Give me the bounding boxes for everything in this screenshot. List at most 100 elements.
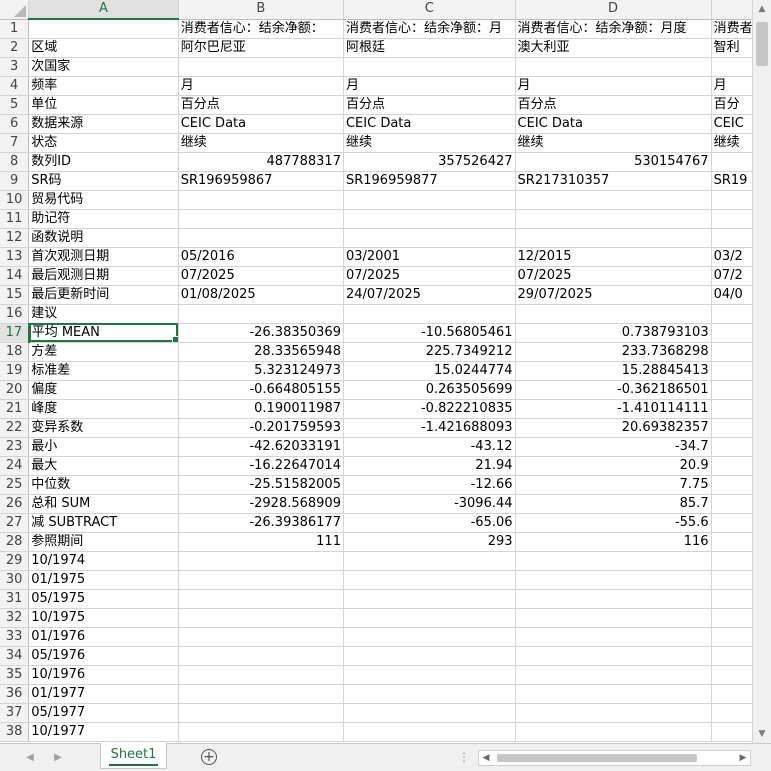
cell-A15[interactable]: 最后更新时间 xyxy=(28,285,179,305)
cell-B17[interactable]: -26.38350369 xyxy=(178,323,344,343)
cell-C11[interactable] xyxy=(343,209,516,229)
cell-D11[interactable] xyxy=(515,209,712,229)
cell-C22[interactable]: -1.421688093 xyxy=(343,418,516,438)
row-header-2[interactable]: 2 xyxy=(0,38,30,58)
cell-D34[interactable] xyxy=(515,646,712,666)
cell-B15[interactable]: 01/08/2025 xyxy=(178,285,344,305)
cell-B12[interactable] xyxy=(178,228,344,248)
cell-B27[interactable]: -26.39386177 xyxy=(178,513,344,533)
cell-B29[interactable] xyxy=(178,551,344,571)
cell-D31[interactable] xyxy=(515,589,712,609)
vertical-scrollbar[interactable]: ▲ ▼ xyxy=(752,0,771,743)
row-header-18[interactable]: 18 xyxy=(0,342,30,362)
row-header-38[interactable]: 38 xyxy=(0,722,30,742)
horizontal-scroll-thumb[interactable] xyxy=(497,754,697,762)
cell-B20[interactable]: -0.664805155 xyxy=(178,380,344,400)
cell-D7[interactable]: 继续 xyxy=(515,133,712,153)
cell-C15[interactable]: 24/07/2025 xyxy=(343,285,516,305)
row-header-13[interactable]: 13 xyxy=(0,247,30,267)
cell-D35[interactable] xyxy=(515,665,712,685)
cell-A2[interactable]: 区域 xyxy=(28,38,179,58)
cell-D25[interactable]: 7.75 xyxy=(515,475,712,495)
cell-D16[interactable] xyxy=(515,304,712,324)
cell-D20[interactable]: -0.362186501 xyxy=(515,380,712,400)
cell-B33[interactable] xyxy=(178,627,344,647)
cell-B37[interactable] xyxy=(178,703,344,723)
cell-A17[interactable]: 平均 MEAN xyxy=(28,323,179,343)
select-all-corner[interactable] xyxy=(0,0,30,20)
cell-B16[interactable] xyxy=(178,304,344,324)
cell-D30[interactable] xyxy=(515,570,712,590)
vertical-scroll-thumb[interactable] xyxy=(756,22,768,66)
row-header-11[interactable]: 11 xyxy=(0,209,30,229)
row-header-32[interactable]: 32 xyxy=(0,608,30,628)
row-header-12[interactable]: 12 xyxy=(0,228,30,248)
row-header-37[interactable]: 37 xyxy=(0,703,30,723)
cell-C18[interactable]: 225.7349212 xyxy=(343,342,516,362)
cell-B25[interactable]: -25.51582005 xyxy=(178,475,344,495)
cell-B38[interactable] xyxy=(178,722,344,742)
cell-B36[interactable] xyxy=(178,684,344,704)
row-header-35[interactable]: 35 xyxy=(0,665,30,685)
cell-A12[interactable]: 函数说明 xyxy=(28,228,179,248)
add-sheet-icon[interactable]: + xyxy=(201,749,217,765)
cell-A11[interactable]: 助记符 xyxy=(28,209,179,229)
cell-D6[interactable]: CEIC Data xyxy=(515,114,712,134)
cell-A13[interactable]: 首次观测日期 xyxy=(28,247,179,267)
cell-B13[interactable]: 05/2016 xyxy=(178,247,344,267)
scroll-right-icon[interactable]: ▶ xyxy=(736,751,750,765)
cell-A21[interactable]: 峰度 xyxy=(28,399,179,419)
row-header-6[interactable]: 6 xyxy=(0,114,30,134)
row-header-1[interactable]: 1 xyxy=(0,19,30,39)
cell-A19[interactable]: 标准差 xyxy=(28,361,179,381)
cell-B26[interactable]: -2928.568909 xyxy=(178,494,344,514)
tab-split-handle[interactable]: ⋮ xyxy=(458,750,470,764)
cell-D33[interactable] xyxy=(515,627,712,647)
cell-D37[interactable] xyxy=(515,703,712,723)
cell-B9[interactable]: SR196959867 xyxy=(178,171,344,191)
cell-B1[interactable]: 消费者信心：结余净额： xyxy=(178,19,344,39)
cell-D22[interactable]: 20.69382357 xyxy=(515,418,712,438)
cell-B6[interactable]: CEIC Data xyxy=(178,114,344,134)
cell-C13[interactable]: 03/2001 xyxy=(343,247,516,267)
cell-C21[interactable]: -0.822210835 xyxy=(343,399,516,419)
row-header-27[interactable]: 27 xyxy=(0,513,30,533)
row-header-7[interactable]: 7 xyxy=(0,133,30,153)
cell-A22[interactable]: 变异系数 xyxy=(28,418,179,438)
row-header-31[interactable]: 31 xyxy=(0,589,30,609)
cell-D29[interactable] xyxy=(515,551,712,571)
row-header-34[interactable]: 34 xyxy=(0,646,30,666)
cell-C36[interactable] xyxy=(343,684,516,704)
row-header-14[interactable]: 14 xyxy=(0,266,30,286)
column-header-A[interactable]: A xyxy=(28,0,179,20)
cell-A3[interactable]: 次国家 xyxy=(28,57,179,77)
cell-A38[interactable]: 10/1977 xyxy=(28,722,179,742)
cell-D9[interactable]: SR217310357 xyxy=(515,171,712,191)
cell-C24[interactable]: 21.94 xyxy=(343,456,516,476)
scroll-up-icon[interactable]: ▲ xyxy=(753,0,771,18)
cell-D27[interactable]: -55.6 xyxy=(515,513,712,533)
cell-D1[interactable]: 消费者信心：结余净额：月度 xyxy=(515,19,712,39)
cell-D5[interactable]: 百分点 xyxy=(515,95,712,115)
cell-A25[interactable]: 中位数 xyxy=(28,475,179,495)
cell-D28[interactable]: 116 xyxy=(515,532,712,552)
cell-B19[interactable]: 5.323124973 xyxy=(178,361,344,381)
scroll-down-icon[interactable]: ▼ xyxy=(753,725,771,743)
cell-C1[interactable]: 消费者信心：结余净额：月 xyxy=(343,19,516,39)
cell-A30[interactable]: 01/1975 xyxy=(28,570,179,590)
row-header-28[interactable]: 28 xyxy=(0,532,30,552)
row-header-30[interactable]: 30 xyxy=(0,570,30,590)
cell-B35[interactable] xyxy=(178,665,344,685)
cell-C6[interactable]: CEIC Data xyxy=(343,114,516,134)
cell-B2[interactable]: 阿尔巴尼亚 xyxy=(178,38,344,58)
cell-A1[interactable] xyxy=(28,19,179,39)
cell-D15[interactable]: 29/07/2025 xyxy=(515,285,712,305)
cell-C3[interactable] xyxy=(343,57,516,77)
cell-A14[interactable]: 最后观测日期 xyxy=(28,266,179,286)
cell-A31[interactable]: 05/1975 xyxy=(28,589,179,609)
cell-C9[interactable]: SR196959877 xyxy=(343,171,516,191)
row-header-33[interactable]: 33 xyxy=(0,627,30,647)
cell-B21[interactable]: 0.190011987 xyxy=(178,399,344,419)
cell-B24[interactable]: -16.22647014 xyxy=(178,456,344,476)
cell-B10[interactable] xyxy=(178,190,344,210)
